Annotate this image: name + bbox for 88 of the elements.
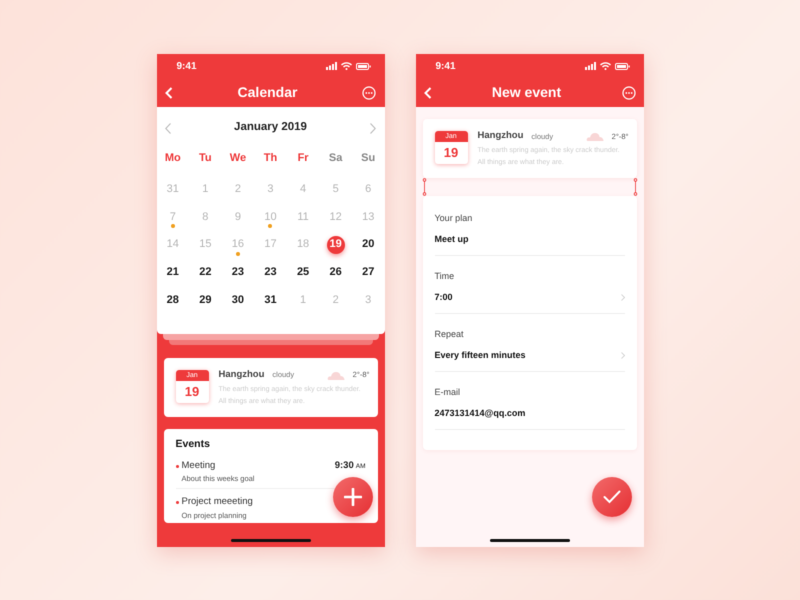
bullet-dot [176,501,178,504]
weekday-label: Th [264,150,278,166]
calendar-day[interactable]: 7 [164,208,182,226]
calendar-day[interactable]: 2 [326,292,345,309]
measure-line-icon [632,178,638,196]
calendar-day[interactable]: 9 [228,208,247,226]
status-time: 9:41 [176,60,197,74]
signal-icon [584,62,596,70]
screen-title: New event [492,83,562,102]
wifi-icon [340,62,352,70]
back-button[interactable] [424,86,432,98]
calendar-day[interactable]: 1 [294,292,312,309]
calendar-day[interactable]: 15 [196,236,214,254]
field-value[interactable]: 2473131414@qq.com [434,406,526,420]
weekday-label: Fr [298,150,309,166]
weekday-label: Su [361,150,376,166]
calendar-day[interactable]: 31 [164,181,182,198]
calendar-day[interactable]: 20 [359,236,378,254]
field-label: Repeat [434,328,465,342]
weekday-label: Tu [199,150,212,166]
calendar-day[interactable]: 31 [261,292,280,309]
screen-title: Calendar [238,83,298,102]
more-button[interactable] [622,86,636,100]
calendar-day[interactable]: 14 [164,236,182,254]
cloud-icon [326,370,345,380]
calendar-day[interactable]: 3 [359,292,378,309]
calendar-day[interactable]: 25 [294,264,312,282]
calendar-day[interactable]: 18 [294,236,312,254]
calendar-day[interactable]: 23 [261,264,280,282]
calendar-day[interactable]: 30 [228,292,248,309]
calendar-day[interactable]: 13 [359,208,378,226]
field-label: E-mail [434,386,462,400]
bullet-dot [176,464,178,468]
calendar-day[interactable]: 4 [294,181,312,198]
calendar-day[interactable]: 22 [196,264,214,282]
calendar-day[interactable]: 10 [261,208,280,226]
tile-day: 19 [434,142,468,163]
calendar-day[interactable]: 27 [359,264,378,282]
weekday-label: We [230,150,246,166]
calendar-day[interactable]: 11 [294,208,312,226]
more-icon [622,86,636,100]
city-name: Hangzhou [478,129,524,143]
weekday-label: Sa [328,150,342,166]
back-icon [424,86,432,98]
calendar-day[interactable]: 28 [164,292,182,309]
month-title: January 2019 [234,120,307,136]
calendar-day[interactable]: 12 [326,208,345,226]
confirm-button[interactable] [592,477,632,517]
calendar-day[interactable]: 5 [326,181,345,198]
calendar-day[interactable]: 8 [196,208,214,226]
calendar-day[interactable]: 29 [196,292,214,309]
calendar-day[interactable]: 21 [164,264,182,282]
calendar-day[interactable]: 3 [261,181,280,198]
back-icon [164,86,172,98]
plus-icon [344,488,362,506]
more-icon [362,86,376,100]
city-name: Hangzhou [218,368,264,382]
calendar-day[interactable]: 23 [228,264,248,282]
signal-icon [326,62,336,70]
chevron-right-icon [370,122,376,134]
status-time: 9:41 [436,60,456,74]
calendar-day[interactable]: 1 [196,181,214,198]
battery-icon [614,62,630,70]
back-button[interactable] [164,86,172,98]
more-button[interactable] [362,86,376,100]
field-label: Your plan [434,212,474,226]
checkmark-icon [602,490,620,504]
events-title: Events [176,437,211,452]
event-time: 9:30 [334,458,354,473]
event-title[interactable]: Meeting [182,458,216,474]
calendar-day[interactable]: 26 [326,264,345,282]
calendar-day[interactable]: 16 [228,236,248,254]
weekday-label: Mo [164,150,181,166]
calendar-day[interactable]: 2 [228,181,247,198]
cloud-icon [586,132,604,141]
measure-line-icon [422,178,426,196]
chevron-left-icon [164,122,170,134]
field-value[interactable]: Every fifteen minutes [434,348,526,362]
field-label: Time [434,270,456,284]
event-title[interactable]: Project meeeting [182,495,253,510]
calendar-day[interactable]: 19 [326,236,345,254]
calendar-day[interactable]: 6 [359,181,378,198]
tile-day: 19 [176,380,208,402]
field-value[interactable]: 7:00 [434,290,453,304]
calendar-day[interactable]: 17 [261,236,280,254]
field-value[interactable]: Meet up [434,232,469,246]
wifi-icon [600,62,610,70]
battery-icon [356,62,370,70]
